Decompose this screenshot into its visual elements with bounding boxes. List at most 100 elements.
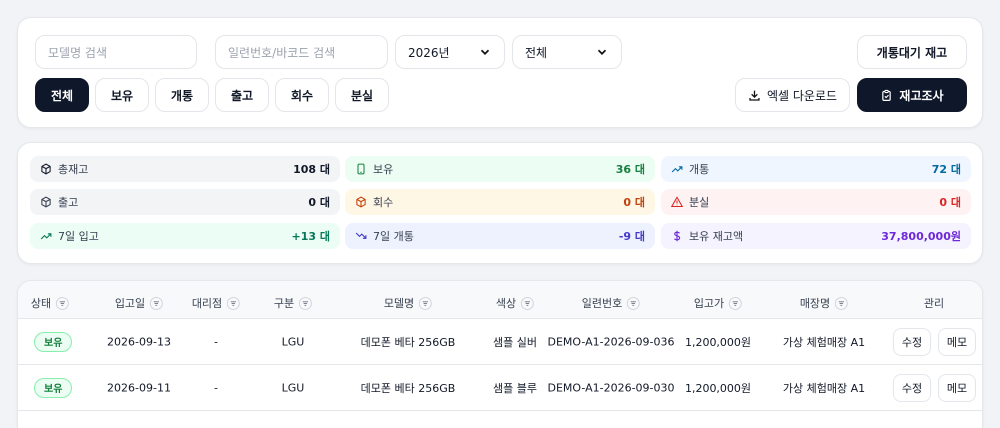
- stat-card: 분실 0 대: [661, 189, 971, 215]
- cell-model: 데모폰 베타 256GB: [360, 335, 456, 349]
- filter-icon[interactable]: [227, 296, 241, 310]
- cell-carrier: LGU: [281, 335, 305, 348]
- column-header-label: 관리: [923, 297, 945, 310]
- filter-icon[interactable]: [521, 296, 535, 310]
- scope-select[interactable]: 전체: [512, 35, 622, 69]
- column-header-label: 대리점: [191, 297, 223, 310]
- filter-icon[interactable]: [299, 296, 313, 310]
- table-row[interactable]: 보유 2026-09-13 - LGU 데모폰 베타 256GB 샘플 실버 DEMO-A1…: [18, 319, 982, 365]
- stat-card: 출고 0 대: [30, 189, 340, 215]
- cell-date: 2026-09-13: [107, 335, 171, 348]
- phone-icon: [357, 163, 365, 175]
- memo-button[interactable]: 메모: [938, 327, 976, 356]
- stat-value: +13 대: [291, 230, 330, 243]
- cell-serial: DEMO-A1-2026-09-036: [547, 335, 675, 348]
- pending-stock-button[interactable]: 개통대기 재고: [857, 35, 967, 69]
- table-header: 상태 입고일 대리점 구분 모델명 색상 일련번호 입고가 매장명 관리: [18, 281, 982, 319]
- column-header-agency: 대리점: [191, 295, 241, 311]
- filter-panel: 모델명 검색 일련번호/바코드 검색 2026년 전체 개통대기 재고 전체 보…: [17, 17, 983, 128]
- year-select[interactable]: 2026년: [395, 35, 505, 69]
- cell-agency: -: [214, 335, 218, 348]
- stat-label: 개통: [689, 163, 710, 176]
- chevron-down-icon: [480, 49, 490, 55]
- tab-returned[interactable]: 회수: [275, 78, 329, 112]
- column-header-model: 모델명: [383, 295, 433, 311]
- filter-icon[interactable]: [150, 296, 164, 310]
- download-icon: [749, 90, 760, 101]
- column-header-label: 상태: [30, 297, 52, 310]
- trend-down-icon: [355, 232, 367, 239]
- warning-icon: [671, 196, 683, 208]
- stat-card: 총재고 108 대: [30, 156, 340, 182]
- stat-card: 7일 입고 +13 대: [30, 223, 340, 249]
- stat-card: 회수 0 대: [345, 189, 655, 215]
- stat-value: 36 대: [615, 163, 645, 176]
- stats-panel: 총재고 108 대 보유 36 대 개통 72 대출고 0 대 회수 0 대 분실 0 대 7일 입고…: [17, 142, 983, 264]
- stat-value: 0 대: [308, 196, 330, 209]
- column-header-label: 일련번호: [581, 297, 623, 310]
- excel-download-label: 엑셀 다운로드: [766, 88, 838, 103]
- scope-select-value: 전체: [525, 45, 548, 60]
- column-header-label: 입고가: [693, 297, 725, 310]
- cell-carrier: LGU: [281, 381, 305, 394]
- filter-icon[interactable]: [835, 296, 849, 310]
- edit-button[interactable]: 수정: [893, 373, 931, 402]
- dollar-icon: [673, 230, 681, 242]
- stat-card: 7일 개통 -9 대: [345, 223, 655, 249]
- cell-price: 1,200,000원: [684, 335, 752, 349]
- stat-label: 7일 입고: [58, 230, 99, 243]
- cell-serial: DEMO-A1-2026-09-030: [547, 381, 675, 394]
- column-header-label: 입고일: [114, 297, 146, 310]
- cell-store: 가상 체험매장 A1: [782, 335, 866, 349]
- stat-value: 72 대: [931, 163, 961, 176]
- stat-card: 보유 재고액 37,800,000원: [661, 223, 971, 249]
- filter-icon[interactable]: [419, 296, 433, 310]
- stat-label: 7일 개통: [373, 230, 414, 243]
- tab-all[interactable]: 전체: [35, 78, 89, 112]
- stat-label: 보유: [373, 163, 394, 176]
- cell-color: 샘플 블루: [493, 381, 537, 395]
- column-header-status: 상태: [30, 295, 70, 311]
- year-select-value: 2026년: [408, 45, 450, 60]
- column-header-store: 매장명: [799, 295, 849, 311]
- tab-shipped[interactable]: 출고: [215, 78, 269, 112]
- column-header-label: 구분: [273, 297, 295, 310]
- column-header-serial: 일련번호: [581, 295, 641, 311]
- column-header-label: 색상: [495, 297, 517, 310]
- tab-activated[interactable]: 개통: [155, 78, 209, 112]
- tab-lost[interactable]: 분실: [335, 78, 389, 112]
- status-badge: 보유: [34, 377, 73, 398]
- edit-button[interactable]: 수정: [893, 327, 931, 356]
- model-search-input[interactable]: 모델명 검색: [35, 35, 197, 69]
- filter-icon[interactable]: [56, 296, 70, 310]
- stat-card: 개통 72 대: [661, 156, 971, 182]
- cell-date: 2026-09-11: [107, 381, 171, 394]
- chevron-down-icon: [597, 49, 607, 55]
- cell-color: 샘플 실버: [493, 335, 537, 349]
- memo-button[interactable]: 메모: [938, 373, 976, 402]
- column-header-label: 매장명: [799, 297, 831, 310]
- table-row[interactable]: 보유 2026-09-11 - LGU 데모폰 베타 256GB 샘플 블루 DEMO-A1…: [18, 365, 982, 411]
- box-out-icon: [41, 196, 51, 208]
- stat-label: 총재고: [58, 163, 89, 176]
- box-icon: [41, 163, 51, 175]
- serial-search-input[interactable]: 일련번호/바코드 검색: [215, 35, 388, 69]
- column-header-manage: 관리: [924, 295, 944, 311]
- stat-value: 0 대: [939, 196, 961, 209]
- tab-owned[interactable]: 보유: [95, 78, 149, 112]
- cell-store: 가상 체험매장 A1: [782, 381, 866, 395]
- stat-label: 보유 재고액: [689, 230, 744, 243]
- inventory-check-button[interactable]: 재고조사: [857, 78, 967, 112]
- column-header-label: 모델명: [383, 297, 415, 310]
- column-header-date: 입고일: [114, 295, 164, 311]
- cell-model: 데모폰 베타 256GB: [360, 381, 456, 395]
- column-header-color: 색상: [495, 295, 535, 311]
- filter-icon[interactable]: [627, 296, 641, 310]
- excel-download-button[interactable]: 엑셀 다운로드: [735, 78, 850, 112]
- cell-agency: -: [214, 381, 218, 394]
- box-return-icon: [356, 196, 366, 208]
- filter-icon[interactable]: [729, 296, 743, 310]
- column-header-carrier: 구분: [273, 295, 313, 311]
- column-header-price: 입고가: [693, 295, 743, 311]
- stat-value: 0 대: [623, 196, 645, 209]
